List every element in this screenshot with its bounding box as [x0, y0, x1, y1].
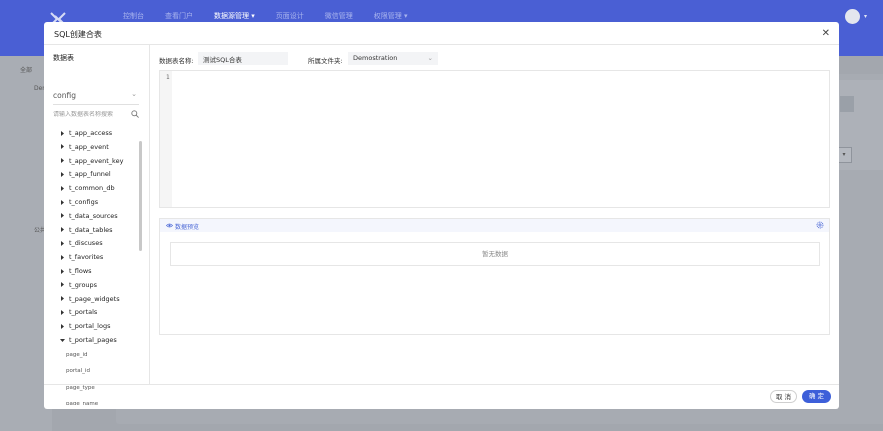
table-search-input[interactable] [53, 111, 129, 118]
tree-item-label: t_app_access [69, 129, 113, 137]
caret-right-icon[interactable] [60, 296, 64, 302]
dialog-title: SQL创建合表 [54, 30, 102, 39]
caret-right-icon[interactable] [60, 309, 64, 315]
tree-item-label: t_app_event [69, 142, 109, 151]
tree-item-label: t_portal_logs [69, 322, 111, 331]
tree-item-label: t_portals [69, 308, 98, 317]
background-block [840, 96, 854, 112]
sql-create-dialog: SQL创建合表 ✕ 数据表 config ⌄ t_app_accesst_app… [44, 22, 839, 409]
tree-item-table[interactable]: t_app_funnel [60, 167, 111, 181]
tree-item-label: t_page_widgets [69, 294, 120, 303]
tree-field-item[interactable]: page_name [66, 401, 98, 405]
caret-right-icon[interactable] [60, 227, 64, 233]
folder-select-value: Demostration [353, 54, 398, 62]
tree-item-label: t_app_funnel [69, 170, 111, 179]
sql-editor[interactable]: 1 [159, 70, 830, 208]
close-icon[interactable]: ✕ [822, 28, 830, 39]
nav-permission[interactable]: 权限管理 ▾ [374, 11, 408, 21]
tree-item-label: t_portal_pages [69, 336, 117, 344]
nav-portal[interactable]: 查看门户 [165, 11, 193, 21]
nav-wechat[interactable]: 微信管理 [325, 11, 353, 21]
caret-right-icon[interactable] [60, 240, 64, 246]
datasource-select[interactable]: config ⌄ [53, 90, 139, 105]
tree-item-label: t_data_tables [69, 225, 113, 234]
tree-scrollbar[interactable] [139, 141, 142, 251]
table-panel-label: 数据表 [53, 54, 74, 62]
chevron-down-icon: ▾ [864, 13, 868, 20]
table-name-label: 数据表名称: [159, 57, 194, 65]
tree-item-table[interactable]: t_data_tables [60, 223, 113, 237]
tree-item-table[interactable]: t_configs [60, 195, 98, 209]
gear-icon[interactable] [816, 221, 824, 229]
caret-right-icon[interactable] [60, 185, 64, 191]
folder-label: 所属文件夹: [308, 57, 343, 65]
data-preview: 数据预览 暂无数据 [159, 218, 830, 335]
tree-item-table[interactable]: t_portal_pages [60, 333, 117, 347]
caret-right-icon[interactable] [60, 268, 64, 274]
tree-field-item[interactable]: page_type [66, 385, 95, 391]
caret-right-icon[interactable] [60, 199, 64, 205]
main-nav: 控制台 查看门户 数据源管理 ▾ 页面设计 微信管理 权限管理 ▾ [123, 11, 429, 21]
caret-right-icon[interactable] [60, 144, 64, 150]
tree-item-label: t_data_sources [69, 211, 118, 220]
caret-right-icon[interactable] [60, 171, 64, 177]
tree-item-table[interactable]: t_portals [60, 305, 97, 319]
tree-item-table[interactable]: t_favorites [60, 250, 103, 264]
tree-item-table[interactable]: t_flows [60, 264, 92, 278]
tree-item-label: t_app_event_key [69, 156, 124, 165]
editor-gutter: 1 [160, 71, 172, 207]
caret-right-icon[interactable] [60, 213, 64, 219]
datasource-select-value: config [53, 91, 76, 100]
chevron-down-icon: ⌄ [131, 90, 137, 98]
tree-item-label: t_groups [69, 280, 98, 289]
caret-right-icon[interactable] [60, 158, 64, 164]
bg-sidebar-all: 全部 [20, 67, 33, 74]
tree-item-table[interactable]: t_groups [60, 278, 97, 292]
caret-right-icon[interactable] [60, 254, 64, 260]
sql-main-panel: 数据表名称: 所属文件夹: Demostration ⌄ 1 数据预览 [159, 45, 831, 385]
nav-console[interactable]: 控制台 [123, 11, 144, 21]
preview-title: 数据预览 [175, 224, 200, 231]
tree-field-item[interactable]: portal_id [66, 368, 90, 374]
table-name-input[interactable] [198, 52, 288, 65]
empty-state: 暂无数据 [170, 242, 820, 266]
tree-item-label: t_common_db [69, 184, 115, 193]
folder-select[interactable]: Demostration ⌄ [348, 52, 438, 65]
caret-right-icon[interactable] [60, 130, 64, 136]
nav-page-design[interactable]: 页面设计 [276, 11, 304, 21]
tree-field-item[interactable]: page_id [66, 352, 88, 358]
tree-item-table[interactable]: t_portal_logs [60, 319, 110, 333]
tree-item-table[interactable]: t_app_event_key [60, 154, 123, 168]
tree-item-table[interactable]: t_page_widgets [60, 292, 120, 306]
tree-item-label: t_flows [69, 267, 92, 275]
caret-right-icon[interactable] [60, 282, 64, 288]
table-search [53, 110, 139, 123]
nav-datasource[interactable]: 数据源管理 ▾ [214, 11, 255, 21]
chevron-down-icon: ⌄ [427, 54, 433, 62]
cancel-button[interactable]: 取 消 [770, 390, 797, 403]
tree-item-table[interactable]: t_data_sources [60, 209, 118, 223]
divider [44, 384, 839, 385]
tree-item-table[interactable]: t_discuses [60, 236, 103, 250]
table-panel: 数据表 config ⌄ t_app_accesst_app_eventt_ap… [44, 45, 150, 405]
avatar[interactable] [845, 9, 860, 24]
caret-right-icon[interactable] [60, 323, 64, 329]
preview-header: 数据预览 [160, 219, 829, 232]
tree-item-table[interactable]: t_app_access [60, 126, 112, 140]
tree-item-table[interactable]: t_common_db [60, 181, 115, 195]
caret-down-icon[interactable] [60, 338, 65, 343]
tree-item-label: t_configs [69, 198, 99, 206]
tree-item-table[interactable]: t_app_event [60, 140, 109, 154]
tree-item-label: t_discuses [69, 239, 103, 248]
eye-icon [166, 223, 173, 228]
confirm-button[interactable]: 确 定 [802, 390, 831, 403]
tree-item-label: t_favorites [69, 253, 104, 262]
search-icon[interactable] [131, 110, 139, 118]
line-number: 1 [166, 74, 170, 81]
table-tree: t_app_access t_app_event t_app_event_key t_… [44, 126, 149, 405]
